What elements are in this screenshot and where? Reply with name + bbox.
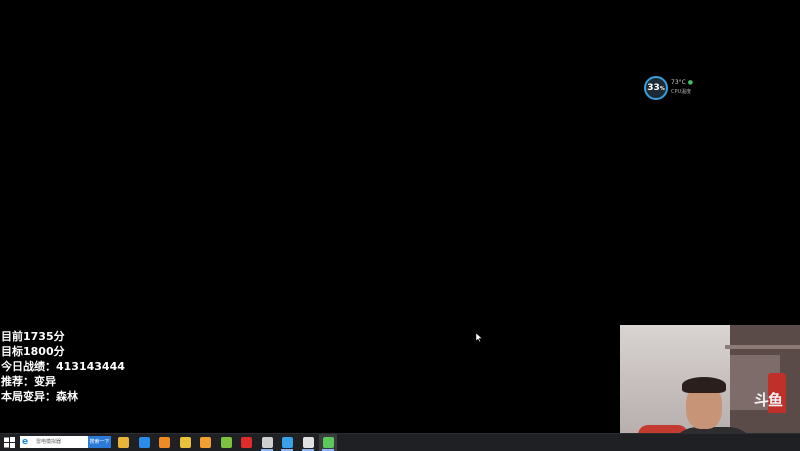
notes-icon[interactable] [200, 437, 211, 448]
ld-player-icon[interactable] [262, 437, 273, 448]
search-input-text: 雷电模拟器 [36, 439, 62, 445]
mouse-cursor-icon [476, 333, 483, 343]
overlay-current-mutation: 本局变异：森林 [1, 390, 78, 403]
ld-player-active-icon[interactable] [323, 437, 334, 448]
netease-music-icon[interactable] [241, 437, 252, 448]
overlay-current-score: 目前1735分 [1, 330, 65, 343]
cpu-usage-value: 33 [647, 83, 660, 93]
leaf-icon: ● [687, 79, 693, 86]
webcam-background-logo: 斗鱼 [754, 391, 783, 409]
taskbar: e 雷电模拟器 搜索一下 [0, 433, 800, 451]
webcam-person-hair [682, 377, 726, 393]
overlay-target-score: 目标1800分 [1, 345, 65, 358]
search-input[interactable]: e 雷电模拟器 [20, 436, 88, 448]
ie-browser-icon: e [22, 437, 29, 447]
cpu-temperature: 73°C ● [671, 79, 693, 86]
cpu-usage-gauge: 33% [644, 76, 668, 100]
webcam-shelf [725, 345, 800, 349]
search-button[interactable]: 搜索一下 [88, 436, 111, 448]
browser-360-icon[interactable] [221, 437, 232, 448]
cpu-temperature-value: 73°C [671, 79, 686, 86]
overlay-recommendation: 推荐：变异 [1, 375, 56, 388]
app-ma-icon[interactable] [180, 437, 191, 448]
app-orange-icon[interactable] [159, 437, 170, 448]
globe-icon[interactable] [282, 437, 293, 448]
performance-widget[interactable]: 33% 73°C ● CPU温度 [644, 76, 694, 100]
overlay-today-record: 今日战绩：413143444 [1, 360, 125, 373]
cpu-temperature-label: CPU温度 [671, 89, 692, 95]
stream-overlay-text: 目前1735分 目标1800分 今日战绩：413143444 推荐：变异 本局变… [1, 329, 125, 404]
moon-app-icon[interactable] [303, 437, 314, 448]
file-explorer-icon[interactable] [118, 437, 129, 448]
windows-start-icon[interactable] [3, 436, 16, 449]
mail-icon[interactable] [139, 437, 150, 448]
webcam-feed: 斗鱼 [620, 325, 800, 450]
cpu-usage-unit: % [659, 86, 665, 92]
